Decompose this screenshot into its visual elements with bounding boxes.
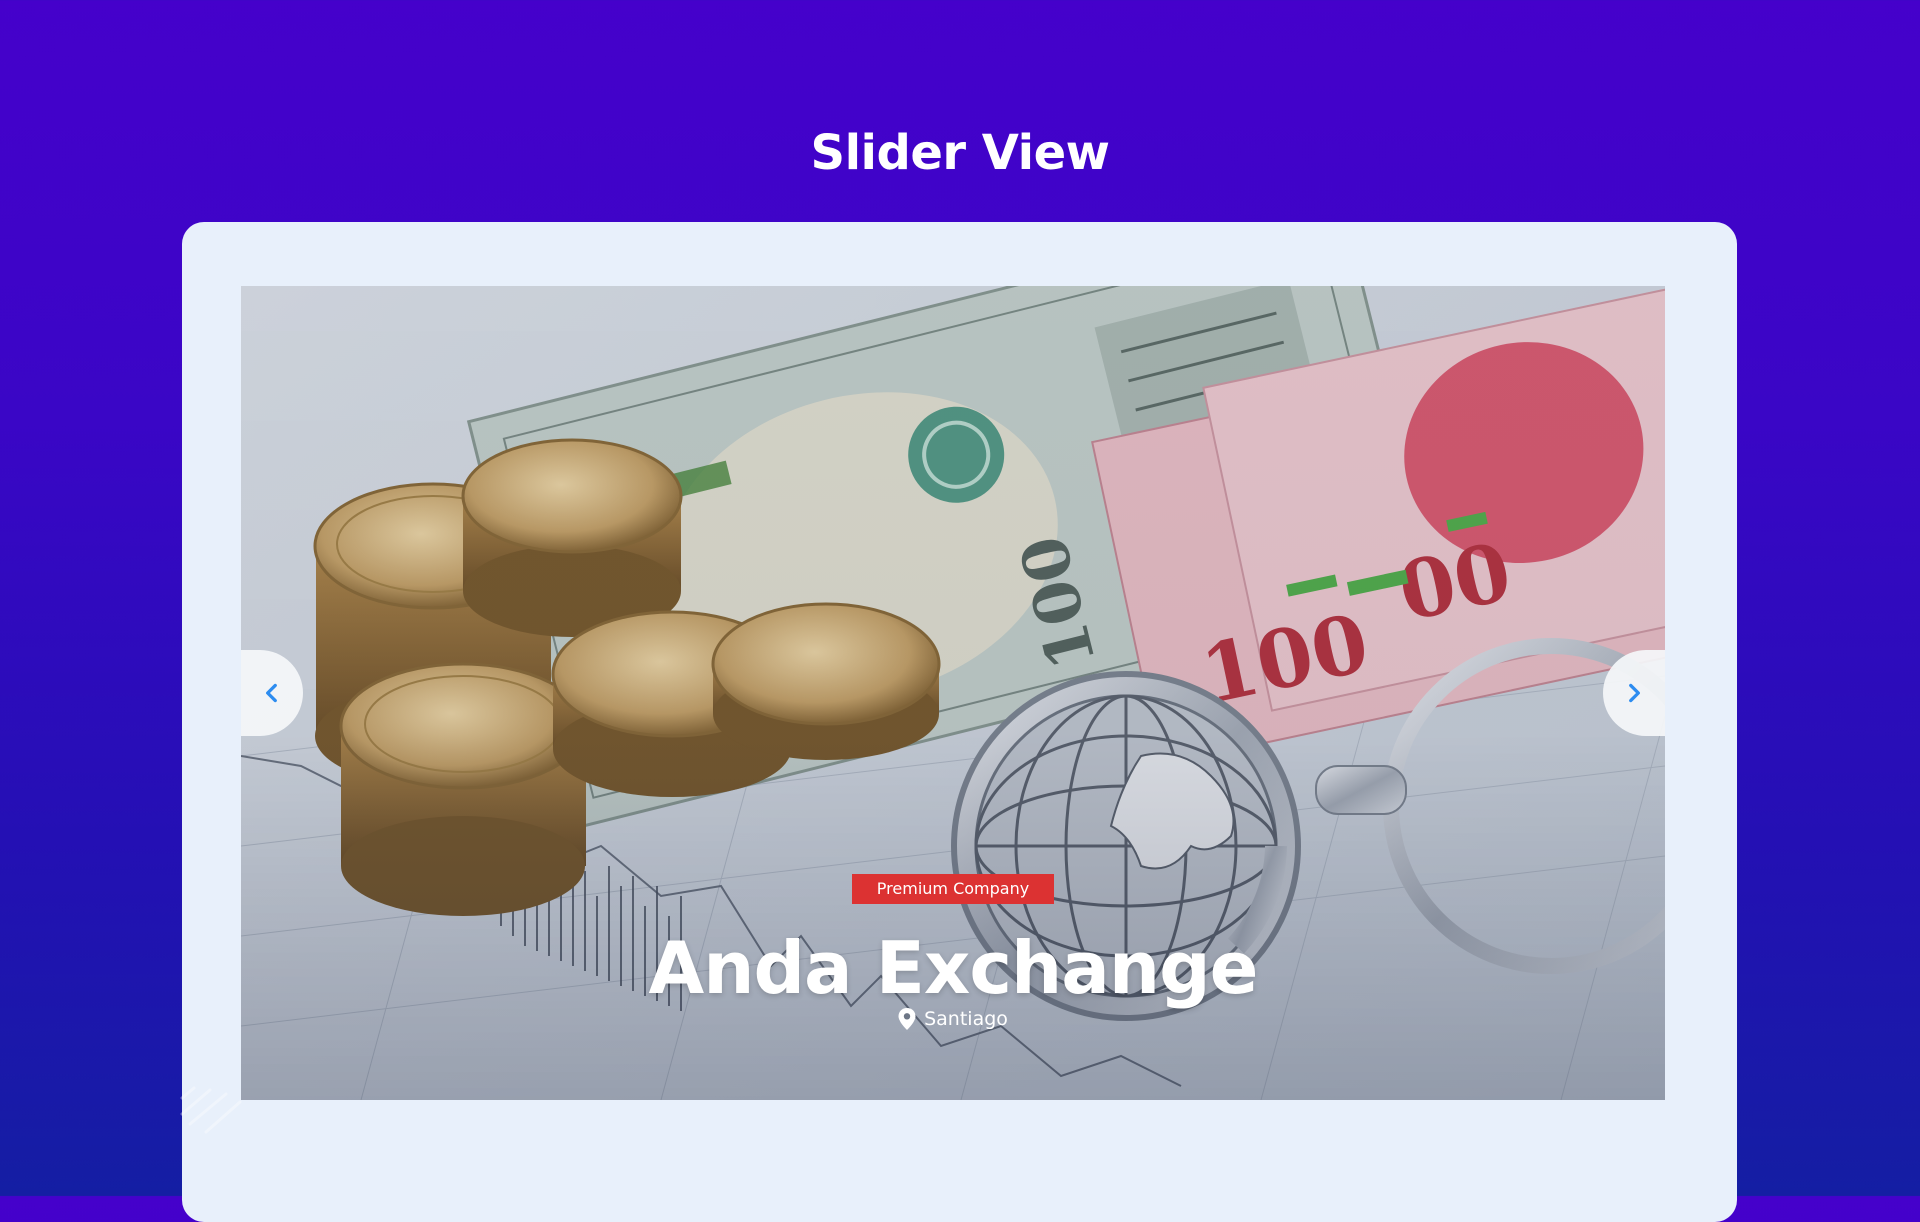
page-title: Slider View [810,125,1110,181]
slider-frame: 100 100 00 [182,222,1737,1222]
listing-title-link[interactable]: Anda Exchange [241,930,1665,1006]
slide-caption: Premium Company Anda Exchange Santiago [241,874,1665,1035]
map-pin-icon [898,1008,916,1030]
decorative-lines [180,1086,242,1134]
premium-badge: Premium Company [851,874,1055,904]
chevron-left-icon [266,683,277,703]
location-label: Santiago [924,1008,1008,1030]
listing-location: Santiago [898,1006,1008,1032]
slide[interactable]: 100 100 00 [241,286,1665,1100]
chevron-right-icon [1629,683,1640,703]
